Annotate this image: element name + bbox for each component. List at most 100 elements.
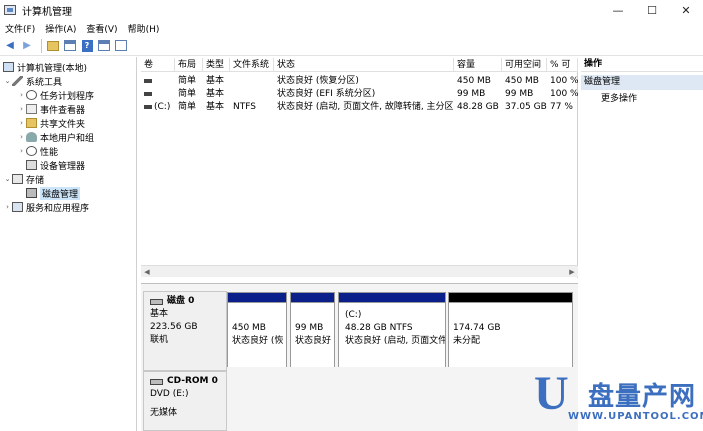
actions-header: 操作 xyxy=(581,57,703,72)
partition-bar xyxy=(228,293,286,303)
capacity-cell: 99 MB xyxy=(457,89,486,99)
minimize-button[interactable]: — xyxy=(601,0,635,20)
partition-bar xyxy=(339,293,445,303)
expand-arrow-icon[interactable]: › xyxy=(3,203,12,211)
expand-arrow-icon[interactable]: › xyxy=(17,133,26,141)
disk-icon xyxy=(150,298,163,305)
column-volume[interactable]: 卷 xyxy=(141,58,175,72)
folder-icon xyxy=(47,40,59,51)
watermark-text: 盘量产网 xyxy=(588,382,697,412)
help-button[interactable]: ? xyxy=(80,39,94,53)
menu-help[interactable]: 帮助(H) xyxy=(123,22,165,35)
tree-event-viewer[interactable]: › 事件查看器 xyxy=(17,102,85,116)
tree-task-scheduler[interactable]: › 任务计划程序 xyxy=(17,88,94,102)
column-percent-free[interactable]: % 可 xyxy=(547,58,578,72)
cdrom-0-label[interactable]: CD-ROM 0 DVD (E:) 无媒体 xyxy=(143,371,227,431)
column-status[interactable]: 状态 xyxy=(274,58,454,72)
type-cell: 基本 xyxy=(206,76,225,86)
menu-action[interactable]: 操作(A) xyxy=(40,22,81,35)
computer-management-icon xyxy=(4,5,16,15)
partition-bar xyxy=(449,293,572,303)
tree-shared-folders[interactable]: › 共享文件夹 xyxy=(17,116,85,130)
filesystem-cell xyxy=(230,87,274,101)
partition-size: 450 MB xyxy=(232,323,266,333)
actions-pane: 操作 磁盘管理 更多操作 xyxy=(581,57,703,431)
status-cell: 状态良好 (恢复分区) xyxy=(277,76,359,86)
partition-unallocated[interactable]: 174.74 GB 未分配 xyxy=(448,292,573,371)
volume-list-header: 卷 布局 类型 文件系统 状态 容量 可用空间 % 可 xyxy=(141,58,578,72)
volume-list: 卷 布局 类型 文件系统 状态 容量 可用空间 % 可 简单 基本 状态良好 (… xyxy=(141,58,578,278)
watermark-site: WWW.UPANTOOL.COM xyxy=(568,411,703,422)
scroll-left-icon[interactable]: ◀ xyxy=(141,266,153,278)
maximize-button[interactable]: ☐ xyxy=(635,0,669,20)
status-cell: 状态良好 (EFI 系统分区) xyxy=(277,89,376,99)
window-title: 计算机管理 xyxy=(22,6,72,18)
free-space-cell: 99 MB xyxy=(505,89,534,99)
menu-file[interactable]: 文件(F) xyxy=(0,22,40,35)
column-layout[interactable]: 布局 xyxy=(175,58,203,72)
partition-status: 状态良好 (启动, 页面文件 xyxy=(345,336,445,346)
table-row[interactable]: 简单 基本 状态良好 (恢复分区) 450 MB 450 MB 100 % xyxy=(141,74,578,87)
column-type[interactable]: 类型 xyxy=(203,58,230,72)
cdrom-0-status: 无媒体 xyxy=(150,408,178,418)
tree-system-tools[interactable]: ⌄ 系统工具 xyxy=(3,74,62,88)
expand-arrow-icon[interactable]: › xyxy=(17,147,26,155)
services-icon xyxy=(12,202,23,212)
partition-size: 48.28 GB NTFS xyxy=(345,323,413,333)
watermark-logo-letter: U xyxy=(534,367,569,420)
column-capacity[interactable]: 容量 xyxy=(454,58,502,72)
filesystem-cell xyxy=(230,74,274,88)
type-cell: 基本 xyxy=(206,102,225,112)
close-button[interactable]: ✕ xyxy=(669,0,703,20)
collapse-arrow-icon[interactable]: ⌄ xyxy=(3,175,12,183)
column-filesystem[interactable]: 文件系统 xyxy=(230,58,274,72)
performance-icon xyxy=(26,146,37,156)
expand-arrow-icon[interactable]: › xyxy=(17,91,26,99)
tree-root[interactable]: 计算机管理(本地) xyxy=(3,60,87,74)
column-free-space[interactable]: 可用空间 xyxy=(502,58,547,72)
tree-device-manager[interactable]: 设备管理器 xyxy=(26,158,85,172)
partition-c[interactable]: (C:) 48.28 GB NTFS 状态良好 (启动, 页面文件 xyxy=(338,292,446,371)
shared-folder-icon xyxy=(26,118,37,128)
list-icon xyxy=(115,40,127,51)
tree-disk-management[interactable]: 磁盘管理 xyxy=(26,186,81,200)
disk-0-type: 基本 xyxy=(150,309,169,319)
menu-bar: 文件(F) 操作(A) 查看(V) 帮助(H) xyxy=(0,20,703,36)
table-row[interactable]: 简单 基本 状态良好 (EFI 系统分区) 99 MB 99 MB 100 % xyxy=(141,87,578,100)
more-actions-link[interactable]: 更多操作 xyxy=(581,92,703,107)
expand-arrow-icon[interactable]: › xyxy=(17,105,26,113)
menu-view[interactable]: 查看(V) xyxy=(81,22,122,35)
properties-button[interactable] xyxy=(97,39,111,53)
back-arrow-icon[interactable]: ◀ xyxy=(3,39,17,53)
expand-arrow-icon[interactable]: › xyxy=(17,119,26,127)
partition-efi[interactable]: 99 MB 状态良好 xyxy=(290,292,335,371)
tree-local-users[interactable]: › 本地用户和组 xyxy=(17,130,94,144)
tree-services[interactable]: › 服务和应用程序 xyxy=(3,200,89,214)
toolbar-divider xyxy=(41,38,42,53)
volume-cell xyxy=(141,87,175,101)
title-bar: 计算机管理 — ☐ ✕ xyxy=(0,0,703,20)
show-hide-tree-button[interactable] xyxy=(63,39,77,53)
horizontal-scrollbar[interactable]: ◀ ▶ xyxy=(141,265,578,277)
disk-icon xyxy=(26,188,37,198)
scroll-right-icon[interactable]: ▶ xyxy=(566,266,578,278)
export-list-button[interactable] xyxy=(114,39,128,53)
properties-icon xyxy=(98,40,110,51)
up-folder-button[interactable] xyxy=(46,39,60,53)
cdrom-0-area[interactable] xyxy=(227,367,578,431)
disk-0-label[interactable]: 磁盘 0 基本 223.56 GB 联机 xyxy=(143,291,227,371)
table-row[interactable]: (C:) 简单 基本 NTFS 状态良好 (启动, 页面文件, 故障转储, 主分… xyxy=(141,100,578,113)
tree-performance[interactable]: › 性能 xyxy=(17,144,58,158)
help-icon: ? xyxy=(81,39,93,52)
users-icon xyxy=(26,132,37,142)
partition-recovery[interactable]: 450 MB 状态良好 (恢 xyxy=(227,292,287,371)
partition-status: 状态良好 xyxy=(295,336,332,346)
collapse-arrow-icon[interactable]: ⌄ xyxy=(3,77,12,85)
actions-section-disk-management[interactable]: 磁盘管理 xyxy=(581,75,703,90)
tree-storage[interactable]: ⌄ 存储 xyxy=(3,172,44,186)
disk-0-name: 磁盘 0 xyxy=(150,295,220,308)
cdrom-0-name: CD-ROM 0 xyxy=(150,375,220,388)
partition-label: (C:) xyxy=(345,310,362,320)
storage-icon xyxy=(12,174,23,184)
forward-arrow-icon[interactable]: ▶ xyxy=(20,39,34,53)
